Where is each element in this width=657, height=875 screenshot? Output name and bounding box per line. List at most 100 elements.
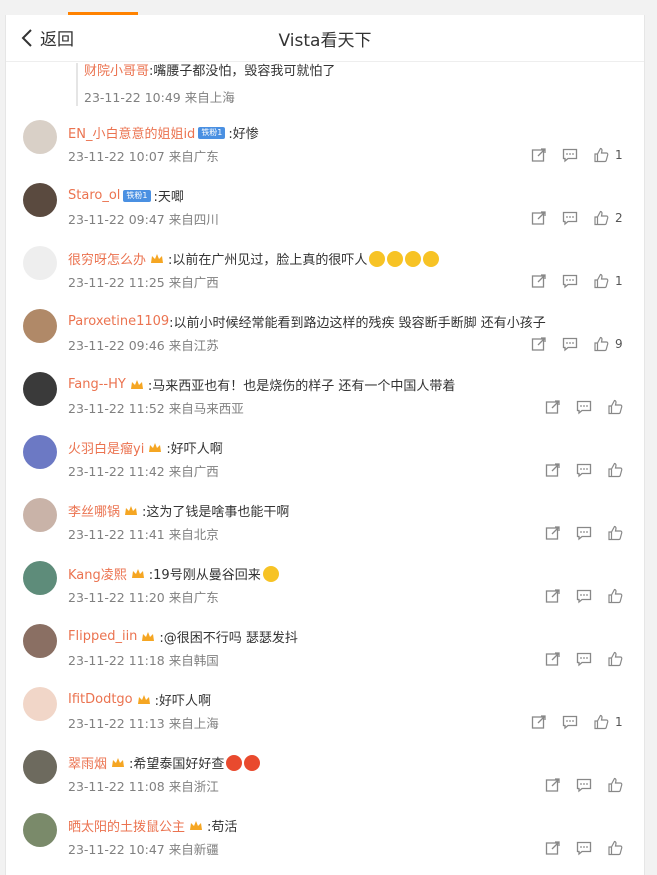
like-button[interactable] — [607, 525, 623, 541]
avatar[interactable] — [23, 687, 57, 721]
crown-icon — [151, 253, 164, 263]
share-icon — [531, 211, 546, 225]
share-button[interactable] — [531, 147, 547, 163]
like-button[interactable] — [607, 840, 623, 856]
comment-button[interactable] — [562, 210, 578, 226]
comment-button[interactable] — [576, 777, 592, 793]
share-button[interactable] — [531, 273, 547, 289]
share-icon — [531, 274, 546, 288]
comment-button[interactable] — [576, 588, 592, 604]
comment-text: :@很困不行吗 瑟瑟发抖 — [159, 631, 298, 646]
comment-meta: 23-11-22 09:47 来自四川 — [68, 209, 219, 228]
like-button[interactable] — [607, 588, 623, 604]
comment-username[interactable]: IfitDodtgo — [68, 692, 133, 707]
like-button[interactable]: 9 — [593, 336, 623, 352]
comment-actions: 1 — [531, 147, 638, 163]
share-button[interactable] — [545, 840, 561, 856]
avatar[interactable] — [23, 435, 57, 469]
avatar[interactable] — [23, 120, 57, 154]
share-button[interactable] — [545, 399, 561, 415]
comment-button[interactable] — [576, 462, 592, 478]
like-button[interactable] — [607, 651, 623, 667]
like-icon — [594, 336, 609, 352]
share-icon — [531, 715, 546, 729]
comment-username[interactable]: 晒太阳的土拨鼠公主 — [68, 816, 185, 835]
share-icon — [545, 526, 560, 540]
comment-location: 来自广西 — [168, 464, 219, 479]
like-icon — [608, 525, 623, 541]
like-button[interactable] — [607, 399, 623, 415]
comment-meta: 23-11-22 11:42 来自广西 — [68, 461, 219, 480]
share-icon — [531, 337, 546, 351]
comment-text: :以前小时候经常能看到路边这样的残疾 毁容断手断脚 还有小孩子 — [169, 316, 546, 331]
avatar[interactable] — [23, 561, 57, 595]
comment-button[interactable] — [562, 336, 578, 352]
comment-time: 23-11-22 11:20 — [68, 590, 165, 605]
comment-location: 来自韩国 — [168, 653, 219, 668]
comment-username[interactable]: EN_小白意意的姐姐id — [68, 123, 195, 142]
comment-username[interactable]: Staro_ol — [68, 188, 120, 203]
comment-button[interactable] — [576, 840, 592, 856]
comment-button[interactable] — [576, 651, 592, 667]
comment-username[interactable]: 很穷呀怎么办 — [68, 249, 146, 268]
comment-username[interactable]: 翠雨烟 — [68, 753, 107, 772]
comment-username[interactable]: Paroxetine1109 — [68, 314, 169, 329]
comment-button[interactable] — [576, 399, 592, 415]
avatar[interactable] — [23, 498, 57, 532]
avatar[interactable] — [23, 372, 57, 406]
comment-button[interactable] — [562, 147, 578, 163]
comment-button[interactable] — [562, 273, 578, 289]
comment-username[interactable]: 火羽白是瘤yi — [68, 438, 144, 457]
comment-icon — [576, 526, 592, 541]
comment-item: 翠雨烟:希望泰国好好查 23-11-22 11:08 来自浙江 — [6, 750, 644, 812]
comment-icon — [576, 463, 592, 478]
comment-actions: 1 — [531, 273, 638, 289]
comment-username[interactable]: Kang凌熙 — [68, 564, 127, 583]
share-button[interactable] — [545, 462, 561, 478]
share-button[interactable] — [531, 714, 547, 730]
crown-icon — [125, 505, 138, 515]
share-button[interactable] — [531, 210, 547, 226]
crown-icon — [130, 379, 143, 389]
avatar[interactable] — [23, 183, 57, 217]
comment-icon — [576, 841, 592, 856]
comment-actions — [545, 462, 638, 478]
comment-item: 晒太阳的土拨鼠公主:苟活 23-11-22 10:47 来自新疆 — [6, 813, 644, 875]
share-button[interactable] — [531, 336, 547, 352]
avatar[interactable] — [23, 750, 57, 784]
comment-location: 来自马来西亚 — [168, 401, 244, 416]
comment-button[interactable] — [562, 714, 578, 730]
comment-location: 来自广东 — [168, 590, 219, 605]
like-count: 2 — [615, 211, 623, 225]
fan-badge: 铁粉1 — [198, 126, 226, 139]
like-button[interactable]: 1 — [593, 273, 623, 289]
like-button[interactable] — [607, 777, 623, 793]
share-button[interactable] — [545, 777, 561, 793]
comment-meta: 23-11-22 10:47 来自新疆 — [68, 839, 219, 858]
comment-username[interactable]: 李丝哪锅 — [68, 501, 120, 520]
share-icon — [545, 463, 560, 477]
share-button[interactable] — [545, 525, 561, 541]
comment-button[interactable] — [576, 525, 592, 541]
share-button[interactable] — [545, 651, 561, 667]
comment-meta: 23-11-22 11:20 来自广东 — [68, 587, 219, 606]
avatar[interactable] — [23, 813, 57, 847]
comment-time: 23-11-22 11:08 — [68, 779, 165, 794]
like-button[interactable]: 1 — [593, 714, 623, 730]
comment-item: Staro_ol 铁粉1:天唧 23-11-22 09:47 来自四川 2 — [6, 183, 644, 245]
like-button[interactable] — [607, 462, 623, 478]
avatar[interactable] — [23, 624, 57, 658]
reply-username[interactable]: 财院小哥哥 — [84, 64, 149, 79]
like-button[interactable]: 1 — [593, 147, 623, 163]
comment-username[interactable]: Flipped_iin — [68, 629, 137, 644]
comment-actions: 2 — [531, 210, 638, 226]
comment-icon — [562, 337, 578, 352]
comment-time: 23-11-22 11:18 — [68, 653, 165, 668]
comment-location: 来自广东 — [168, 149, 219, 164]
avatar[interactable] — [23, 246, 57, 280]
page-title: Vista看天下 — [278, 31, 372, 51]
comment-username[interactable]: Fang--HY — [68, 377, 126, 392]
share-button[interactable] — [545, 588, 561, 604]
like-button[interactable]: 2 — [593, 210, 623, 226]
avatar[interactable] — [23, 309, 57, 343]
